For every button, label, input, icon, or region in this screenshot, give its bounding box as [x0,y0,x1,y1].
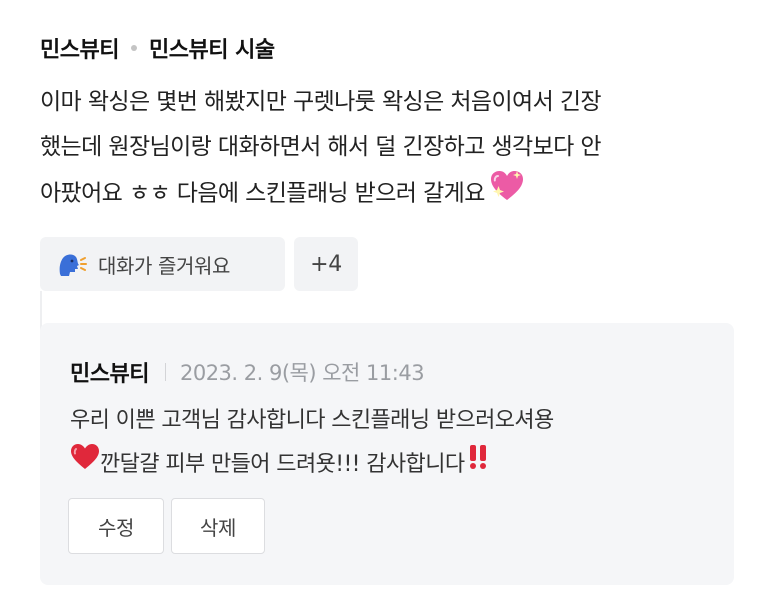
review-body: 이마 왁싱은 몇번 해봤지만 구렛나룻 왁싱은 처음이여서 긴장 했는데 원장님… [40,80,740,218]
sparkling-heart-icon [489,170,525,218]
reply-author: 민스뷰티 [70,362,149,387]
reply-line-1: 우리 이쁜 고객님 감사합니다 스킨플래닝 받으러오셔용 [70,408,554,433]
review-line-1: 이마 왁싱은 몇번 해봤지만 구렛나룻 왁싱은 처음이여서 긴장 [40,89,602,115]
review-line-3: 아팠어요 ㅎㅎ 다음에 스킨플래닝 받으러 갈게요 [40,170,740,218]
review-category[interactable]: 민스뷰티 시술 [149,32,275,64]
reply-meta: 민스뷰티 2023. 2. 9(목) 오전 11:43 [70,356,425,388]
red-heart-icon [70,443,100,487]
meta-divider [164,363,166,381]
reply-actions: 수정 삭제 [68,498,265,554]
separator-dot [130,45,137,51]
reaction-chip-enjoyable-talk[interactable]: 대화가 즐거워요 [40,237,285,291]
review-line-3-text: 아팠어요 ㅎㅎ 다음에 스킨플래닝 받으러 갈게요 [40,180,485,207]
review-line-2: 했는데 원장님이랑 대화하면서 해서 덜 긴장하고 생각보다 안 [40,134,602,160]
reaction-label: 대화가 즐거워요 [98,253,230,278]
reply-line-2: 깐달걀 피부 만들어 드려욧!!! 감사합니다 [70,443,710,487]
reply-text: 우리 이쁜 고객님 감사합니다 스킨플래닝 받으러오셔용 깐달걀 피부 만들어 … [70,399,710,487]
review-author[interactable]: 민스뷰티 [40,32,119,64]
double-exclamation-icon [464,443,492,487]
edit-button[interactable]: 수정 [68,498,164,554]
delete-button[interactable]: 삭제 [171,498,265,554]
review-header: 민스뷰티 민스뷰티 시술 [40,32,275,64]
reply-date: 2023. 2. 9(목) 오전 11:43 [179,361,425,385]
reply-line-2-text: 깐달걀 피부 만들어 드려욧!!! 감사합니다 [100,452,465,477]
speaking-head-icon [56,250,88,278]
more-reactions-button[interactable]: +4 [294,237,358,291]
reaction-bar: 대화가 즐거워요 +4 [40,237,358,291]
owner-reply: 민스뷰티 2023. 2. 9(목) 오전 11:43 우리 이쁜 고객님 감사… [40,323,734,585]
